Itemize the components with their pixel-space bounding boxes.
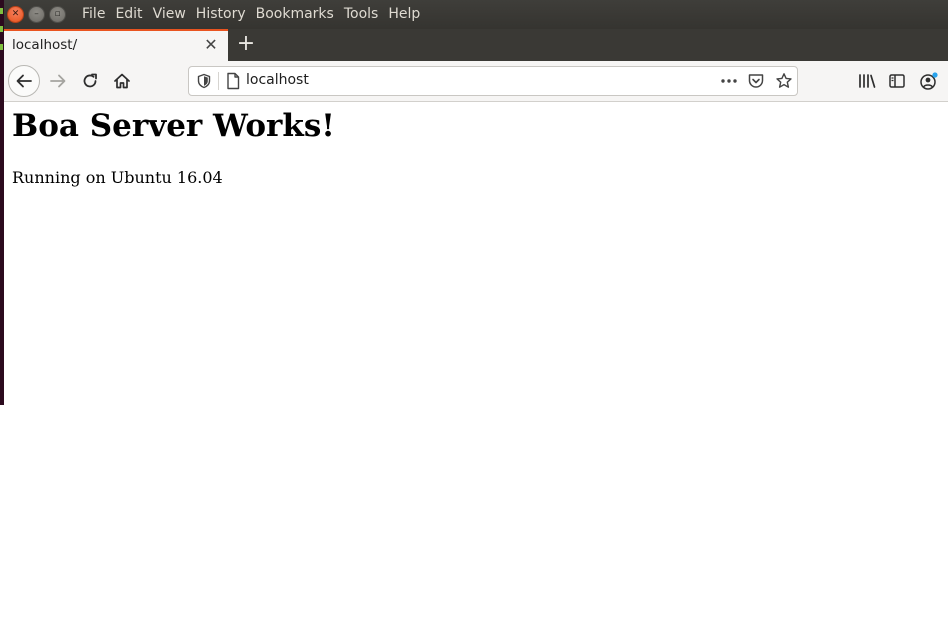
menu-item-history[interactable]: History	[191, 0, 251, 29]
menu-bar: ✕ – ▫ File Edit View History Bookmarks T…	[4, 0, 948, 29]
menu: File Edit View History Bookmarks Tools H…	[77, 0, 425, 29]
account-button[interactable]	[918, 69, 940, 93]
arrow-right-icon	[50, 74, 66, 88]
library-icon	[859, 74, 876, 88]
tab-title: localhost/	[12, 37, 78, 53]
navigation-toolbar: localhost	[4, 61, 948, 102]
url-input[interactable]: localhost	[246, 72, 309, 88]
url-separator	[218, 72, 219, 90]
menu-item-tools[interactable]: Tools	[339, 0, 384, 29]
sidebar-icon	[889, 74, 905, 88]
tab-strip: localhost/ ✕ +	[4, 29, 948, 61]
maximize-icon[interactable]: ▫	[49, 6, 66, 23]
pocket-icon[interactable]	[747, 72, 765, 90]
arrow-left-icon	[16, 74, 32, 88]
star-icon[interactable]	[775, 72, 793, 90]
forward-button[interactable]	[44, 67, 72, 95]
menu-item-edit[interactable]: Edit	[110, 0, 147, 29]
home-icon	[114, 73, 130, 89]
account-icon	[920, 72, 938, 90]
library-button[interactable]	[856, 69, 878, 93]
url-bar[interactable]: localhost	[188, 66, 798, 96]
page-heading: Boa Server Works!	[12, 108, 335, 144]
menu-item-file[interactable]: File	[77, 0, 110, 29]
tab-close-icon[interactable]: ✕	[202, 35, 220, 55]
tab-localhost[interactable]: localhost/ ✕	[4, 29, 228, 61]
menu-item-bookmarks[interactable]: Bookmarks	[251, 0, 339, 29]
window-controls: ✕ – ▫	[7, 6, 77, 23]
back-button[interactable]	[8, 65, 40, 97]
more-icon[interactable]	[719, 72, 739, 90]
desktop-marker	[0, 26, 3, 32]
menu-item-help[interactable]: Help	[383, 0, 425, 29]
shield-icon[interactable]	[196, 73, 212, 89]
menu-item-view[interactable]: View	[148, 0, 191, 29]
sidebar-button[interactable]	[886, 69, 908, 93]
reload-button[interactable]	[76, 67, 104, 95]
page-icon[interactable]	[225, 72, 241, 90]
new-tab-button[interactable]: +	[234, 31, 258, 57]
desktop-marker	[0, 44, 3, 50]
home-button[interactable]	[108, 67, 136, 95]
browser-window: ✕ – ▫ File Edit View History Bookmarks T…	[4, 0, 948, 630]
page-content: Boa Server Works! Running on Ubuntu 16.0…	[4, 102, 948, 630]
minimize-icon[interactable]: –	[28, 6, 45, 23]
page-text: Running on Ubuntu 16.04	[12, 168, 223, 187]
reload-icon	[83, 73, 97, 88]
close-icon[interactable]: ✕	[7, 6, 24, 23]
desktop-marker	[0, 8, 3, 14]
